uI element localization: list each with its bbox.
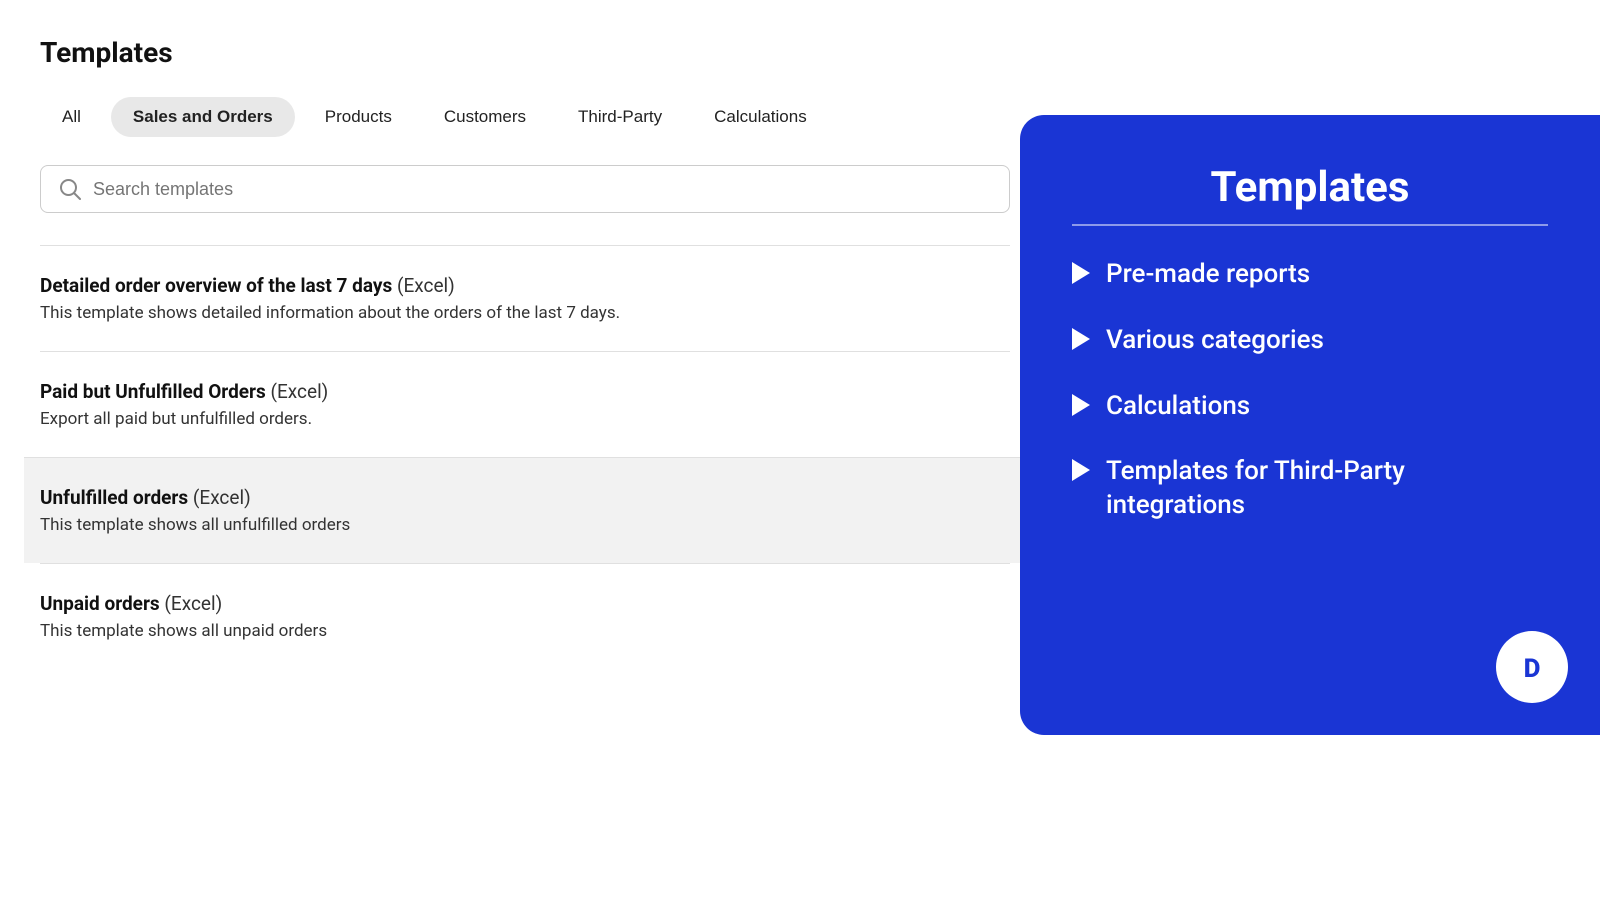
template-desc: Export all paid but unfulfilled orders. — [40, 409, 1010, 429]
list-item: Various categories — [1072, 324, 1548, 358]
template-item[interactable]: Unpaid orders (Excel) This template show… — [40, 563, 1010, 669]
list-item: Calculations — [1072, 390, 1548, 424]
template-desc: This template shows all unpaid orders — [40, 621, 1010, 641]
tab-sales-and-orders[interactable]: Sales and Orders — [111, 97, 295, 137]
list-item-text: Pre-made reports — [1106, 258, 1310, 292]
panel-divider — [1072, 224, 1548, 226]
bullet-icon — [1072, 328, 1090, 350]
info-panel: Templates Pre-made reports Various categ… — [1020, 115, 1600, 735]
template-item[interactable]: Detailed order overview of the last 7 da… — [40, 245, 1010, 351]
svg-text:D: D — [1524, 654, 1541, 684]
bullet-icon — [1072, 394, 1090, 416]
list-item-text: Calculations — [1106, 390, 1250, 424]
template-desc: This template shows all unfulfilled orde… — [40, 515, 1010, 535]
search-bar — [40, 165, 1010, 213]
tab-customers[interactable]: Customers — [422, 97, 548, 137]
tab-products[interactable]: Products — [303, 97, 414, 137]
list-item: Templates for Third-Party integrations — [1072, 455, 1548, 523]
search-icon — [59, 178, 81, 200]
template-title: Detailed order overview of the last 7 da… — [40, 274, 1010, 297]
tab-all[interactable]: All — [40, 97, 103, 137]
panel-list: Pre-made reports Various categories Calc… — [1072, 258, 1548, 523]
panel-title: Templates — [1072, 163, 1548, 212]
template-desc: This template shows detailed information… — [40, 303, 1010, 323]
bullet-icon — [1072, 459, 1090, 481]
template-list: Detailed order overview of the last 7 da… — [40, 245, 1010, 669]
tabs-container: All Sales and Orders Products Customers … — [40, 97, 1010, 137]
page-title: Templates — [40, 36, 1010, 69]
template-title: Unpaid orders (Excel) — [40, 592, 1010, 615]
list-item: Pre-made reports — [1072, 258, 1548, 292]
template-item[interactable]: Paid but Unfulfilled Orders (Excel) Expo… — [40, 351, 1010, 457]
template-title: Unfulfilled orders (Excel) — [40, 486, 1010, 509]
template-title: Paid but Unfulfilled Orders (Excel) — [40, 380, 1010, 403]
search-input[interactable] — [93, 179, 991, 200]
badge-icon: D — [1496, 631, 1568, 703]
tab-third-party[interactable]: Third-Party — [556, 97, 684, 137]
template-item-highlighted[interactable]: Unfulfilled orders (Excel) This template… — [24, 457, 1026, 563]
tab-calculations[interactable]: Calculations — [692, 97, 829, 137]
bullet-icon — [1072, 262, 1090, 284]
list-item-text: Templates for Third-Party integrations — [1106, 455, 1548, 523]
list-item-text: Various categories — [1106, 324, 1324, 358]
